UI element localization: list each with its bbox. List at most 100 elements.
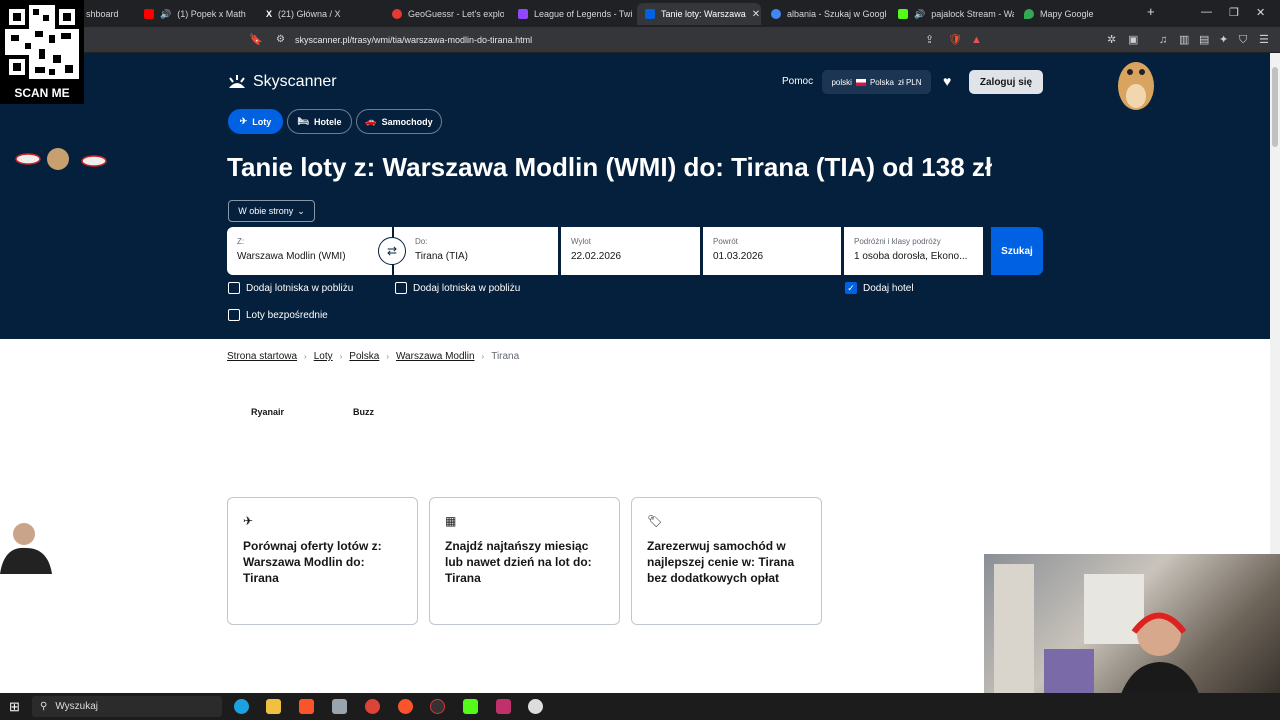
sidebar-icon[interactable]: ▥	[1179, 34, 1189, 46]
tab-label: GeoGuessr - Let's explore	[408, 9, 504, 19]
tab-flights[interactable]: ✈ Loty	[228, 109, 283, 134]
tab-skyscanner[interactable]: Tanie loty: Warszawa ✕	[637, 3, 761, 25]
site-settings-icon[interactable]: ⚙	[276, 34, 285, 46]
obs-icon[interactable]	[430, 699, 445, 714]
tab-google-search[interactable]: albania - Szukaj w Google	[763, 3, 887, 25]
nearby-airports-to-checkbox[interactable]: Dodaj lotniska w pobliżu	[395, 282, 520, 294]
checkmark-icon[interactable]: ✓	[845, 282, 857, 294]
music-icon[interactable]: ♫	[1159, 34, 1167, 46]
tab-google-maps[interactable]: Mapy Google	[1016, 3, 1136, 25]
tab-label: Tanie loty: Warszawa	[661, 9, 746, 19]
vpn-icon[interactable]: ⛉	[1239, 34, 1247, 46]
tab-hotels[interactable]: 🛏 Hotele	[287, 109, 352, 134]
hamster-emote-overlay	[1112, 50, 1160, 112]
file-explorer-icon[interactable]	[266, 699, 281, 714]
app2-icon[interactable]	[528, 699, 543, 714]
swap-airports-button[interactable]: ⇄	[378, 237, 406, 265]
nearby-airports-from-checkbox[interactable]: Dodaj lotniska w pobliżu	[228, 282, 353, 294]
tab-x[interactable]: X (21) Główna / X	[258, 3, 376, 25]
app-icon[interactable]	[332, 699, 347, 714]
url-text[interactable]: skyscanner.pl/trasy/wmi/tia/warszawa-mod…	[295, 35, 532, 45]
travellers-field[interactable]: Podróżni i klasy podróży 1 osoba dorosła…	[844, 227, 983, 275]
breadcrumb-origin[interactable]: Warszawa Modlin	[396, 351, 475, 362]
info-card-car-hire[interactable]: 🏷 Zarezerwuj samochód w najlepszej cenie…	[631, 497, 822, 625]
airline-buzz[interactable]: Buzz	[353, 407, 374, 417]
card-text: Zarezerwuj samochód w najlepszej cenie w…	[647, 539, 795, 585]
favorites-heart-icon[interactable]: ♥	[943, 73, 951, 89]
tab-cars[interactable]: 🚗 Samochody	[356, 109, 442, 134]
checkbox-box[interactable]	[395, 282, 407, 294]
breadcrumb-flights[interactable]: Loty	[314, 351, 333, 362]
tab-kick-stream[interactable]: 🔊 pajalock Stream - Wat	[890, 3, 1014, 25]
add-hotel-checkbox[interactable]: ✓ Dodaj hotel	[845, 282, 914, 294]
menu-icon[interactable]: ☰	[1259, 34, 1269, 46]
add-hotel-label: Dodaj hotel	[863, 282, 914, 294]
edge-icon[interactable]	[234, 699, 249, 714]
windows-start-icon[interactable]: ⊞	[9, 699, 20, 715]
login-button[interactable]: Zaloguj się	[969, 70, 1043, 94]
kick-icon	[898, 9, 908, 19]
taskbar-search-input[interactable]: ⚲ Wyszukaj	[32, 696, 222, 717]
locale-selector[interactable]: polski Polska zł PLN	[822, 70, 931, 94]
sun-logo-icon	[229, 75, 245, 88]
depart-label: Wylot	[571, 237, 591, 246]
info-card-cheapest-month[interactable]: ▦ Znajdź najtańszy miesiąc lub nawet dzi…	[429, 497, 620, 625]
tab-label: (21) Główna / X	[278, 9, 341, 19]
breadcrumb-country[interactable]: Polska	[349, 351, 379, 362]
skyscanner-logo[interactable]: Skyscanner	[227, 73, 337, 91]
ai-icon[interactable]: ✦	[1219, 34, 1228, 46]
restore-icon[interactable]: ❐	[1229, 6, 1239, 19]
tab-label: League of Legends - Twitc	[534, 9, 632, 19]
close-tab-icon[interactable]: ✕	[752, 9, 760, 20]
tab-label: albania - Szukaj w Google	[787, 9, 887, 19]
close-window-icon[interactable]: ✕	[1256, 6, 1265, 19]
tab-label: Mapy Google	[1040, 9, 1094, 19]
from-field[interactable]: Z: Warszawa Modlin (WMI)	[227, 227, 392, 275]
bookmark-icon[interactable]: 🔖	[249, 34, 263, 46]
scrollbar-thumb[interactable]	[1272, 67, 1278, 147]
tab-dashboard[interactable]: shboard	[78, 3, 136, 25]
checkbox-box[interactable]	[228, 282, 240, 294]
to-field[interactable]: Do: Tirana (TIA)	[394, 227, 558, 275]
depart-value: 22.02.2026	[571, 251, 622, 262]
chrome-icon[interactable]	[365, 699, 380, 714]
tab-label: shboard	[86, 9, 119, 19]
breadcrumb-home[interactable]: Strona startowa	[227, 351, 297, 362]
brave-beta-icon[interactable]	[398, 699, 413, 714]
page-title: Tanie loty z: Warszawa Modlin (WMI) do: …	[227, 152, 993, 182]
checkbox-box[interactable]	[228, 309, 240, 321]
return-field[interactable]: Powrót 01.03.2026	[703, 227, 841, 275]
tab-geoguessr[interactable]: GeoGuessr - Let's explore	[384, 3, 504, 25]
travellers-value: 1 osoba dorosła, Ekono...	[854, 251, 968, 262]
trip-type-select[interactable]: W obie strony ⌄	[228, 200, 315, 222]
screenshot-icon[interactable]: ▣	[1128, 34, 1138, 46]
breadcrumb-current: Tirana	[491, 351, 520, 362]
new-tab-button[interactable]: +	[1147, 4, 1155, 19]
brave-shield-icon[interactable]: 🛡	[948, 34, 962, 46]
wallet-icon[interactable]: ▤	[1199, 34, 1209, 46]
brave-rewards-icon[interactable]: ▲	[971, 34, 982, 46]
share-icon[interactable]: ⇪	[925, 34, 934, 46]
minimize-icon[interactable]: —	[1201, 6, 1212, 18]
card-text: Znajdź najtańszy miesiąc lub nawet dzień…	[445, 539, 592, 585]
airline-ryanair[interactable]: Ryanair	[251, 407, 284, 417]
stream-tool-icon[interactable]	[496, 699, 511, 714]
depart-field[interactable]: Wylot 22.02.2026	[561, 227, 700, 275]
kick-app-icon[interactable]	[463, 699, 478, 714]
skyscanner-icon	[645, 9, 655, 19]
direct-flights-checkbox[interactable]: Loty bezpośrednie	[228, 309, 328, 321]
chevron-right-icon: ›	[481, 352, 485, 361]
help-link[interactable]: Pomoc	[782, 76, 813, 87]
tab-youtube[interactable]: 🔊 (1) Popek x Matheo - Y	[136, 3, 246, 25]
extensions-icon[interactable]: ✲	[1107, 34, 1116, 46]
search-button[interactable]: Szukaj	[991, 227, 1043, 275]
qr-label: SCAN ME	[14, 86, 70, 100]
plane-icon: ✈	[239, 116, 248, 126]
address-bar: 🔖 ⚙ skyscanner.pl/trasy/wmi/tia/warszawa…	[0, 27, 1280, 53]
info-card-compare[interactable]: ✈ Porównaj oferty lotów z: Warszawa Modl…	[227, 497, 418, 625]
tab-label: pajalock Stream - Wat	[931, 9, 1014, 19]
tab-flights-label: Loty	[252, 116, 272, 127]
tab-twitch[interactable]: League of Legends - Twitc	[510, 3, 632, 25]
return-value: 01.03.2026	[713, 251, 764, 262]
brave-icon[interactable]	[299, 699, 314, 714]
